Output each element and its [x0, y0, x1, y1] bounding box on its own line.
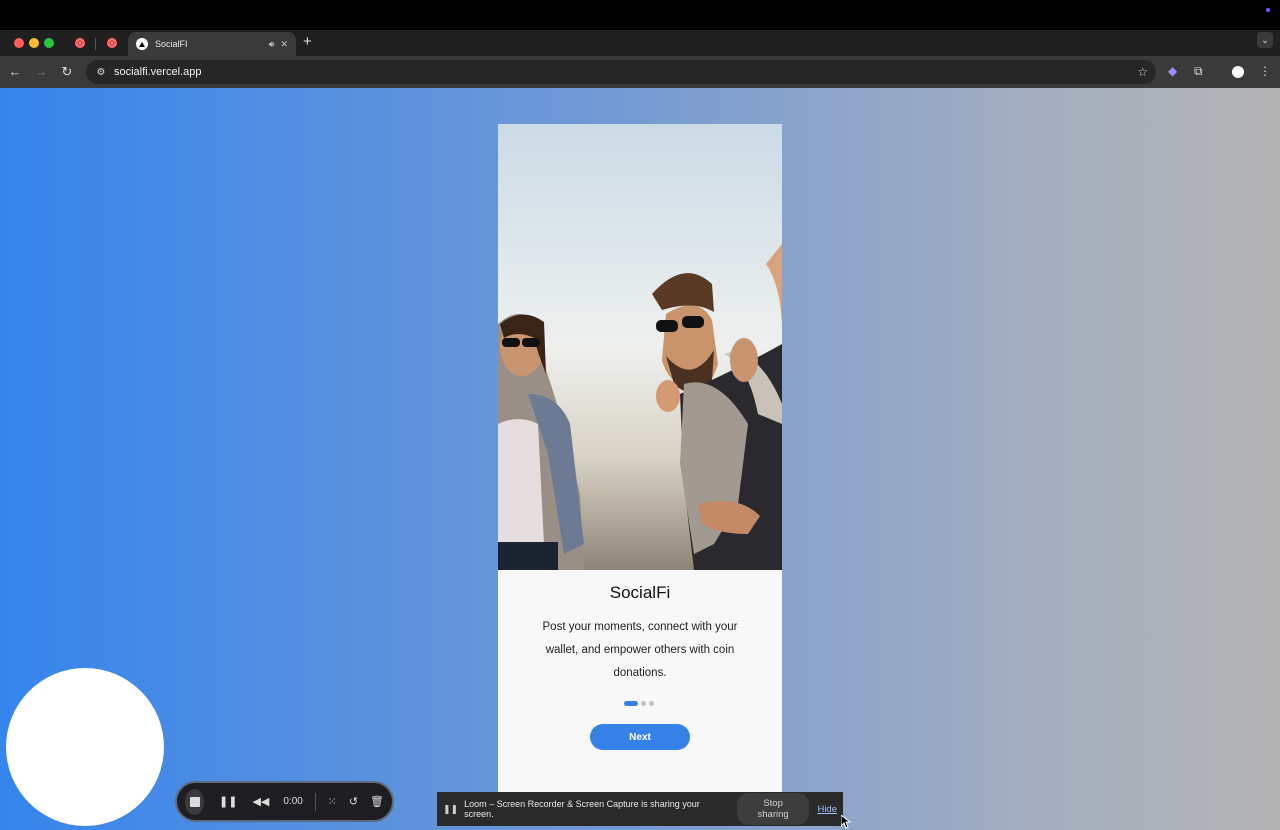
draw-grid-icon[interactable]: ⁙	[328, 795, 337, 808]
address-bar[interactable]: ⚙ socialfi.vercel.app ☆	[86, 60, 1156, 84]
vercel-favicon-icon	[136, 38, 148, 50]
next-button[interactable]: Next	[590, 724, 690, 750]
restart-icon[interactable]: ↺	[349, 795, 358, 808]
record-icon	[75, 38, 85, 48]
record-icon	[107, 38, 117, 48]
hero-photo	[498, 124, 782, 570]
tab-title: SocialFI	[155, 39, 188, 49]
tab-search-button[interactable]: ⌄	[1257, 32, 1273, 48]
url-text: socialfi.vercel.app	[114, 66, 202, 78]
extensions-puzzle-icon[interactable]: ⧉	[1194, 64, 1203, 79]
pinned-tab-recorder-2[interactable]	[104, 35, 120, 51]
pager-dot[interactable]	[641, 701, 646, 706]
screen-share-bar: ❚❚ Loom – Screen Recorder & Screen Captu…	[437, 792, 843, 826]
app-description: Post your moments, connect with your wal…	[542, 621, 738, 679]
tab-socialfi[interactable]: SocialFI 🔊︎ ✕	[128, 32, 296, 56]
pager-dot[interactable]	[649, 701, 654, 706]
page-viewport: SocialFi Post your moments, connect with…	[0, 88, 1280, 830]
stop-sharing-button[interactable]: Stop sharing	[736, 793, 810, 825]
mouse-cursor-icon	[841, 815, 851, 829]
close-window-button[interactable]	[14, 38, 24, 48]
site-settings-icon[interactable]: ⚙	[94, 65, 108, 79]
stop-icon	[189, 796, 200, 807]
pinned-tab-recorder-1[interactable]	[72, 35, 88, 51]
os-menu-bar	[0, 0, 1280, 30]
stop-recording-button[interactable]	[185, 788, 205, 815]
carousel-pager	[624, 701, 654, 706]
minimize-window-button[interactable]	[29, 38, 39, 48]
reload-icon[interactable]: ↻	[59, 64, 75, 80]
browser-menu-icon[interactable]: ⋮	[1259, 64, 1271, 78]
tab-separator	[95, 38, 96, 50]
divider	[314, 792, 316, 811]
trash-icon[interactable]: 🗑︎	[370, 795, 384, 808]
tab-strip: SocialFI 🔊︎ ✕ + ⌄	[0, 30, 1280, 56]
new-tab-button[interactable]: +	[303, 33, 312, 50]
status-dot	[1266, 8, 1270, 12]
close-tab-icon[interactable]: ✕	[280, 39, 288, 50]
forward-icon[interactable]: →	[33, 64, 49, 79]
bookmark-star-icon[interactable]: ☆	[1137, 65, 1148, 79]
pager-dot-active[interactable]	[624, 701, 638, 706]
share-message: Loom – Screen Recorder & Screen Capture …	[464, 799, 700, 819]
speaker-icon[interactable]: 🔊︎	[269, 39, 275, 50]
recording-timer: 0:00	[283, 796, 303, 807]
loom-recorder-controls: ❚❚ ◀◀ 0:00 ⁙ ↺ 🗑︎	[175, 781, 394, 822]
camera-bubble[interactable]	[6, 668, 164, 826]
browser-toolbar: ← → ↻ ⚙ socialfi.vercel.app ☆ ◆ ⧉ ⋮	[0, 56, 1280, 88]
rewind-icon[interactable]: ◀◀	[252, 795, 269, 808]
pause-icon[interactable]: ❚❚	[219, 795, 237, 808]
back-icon[interactable]: ←	[7, 64, 23, 79]
profile-avatar[interactable]	[1232, 66, 1244, 78]
maximize-window-button[interactable]	[44, 38, 54, 48]
pause-icon: ❚❚	[443, 803, 459, 814]
hide-link[interactable]: Hide	[817, 804, 837, 815]
app-title: SocialFi	[609, 583, 671, 602]
loom-extension-icon[interactable]: ◆	[1168, 64, 1177, 78]
onboarding-card: SocialFi Post your moments, connect with…	[498, 124, 782, 794]
